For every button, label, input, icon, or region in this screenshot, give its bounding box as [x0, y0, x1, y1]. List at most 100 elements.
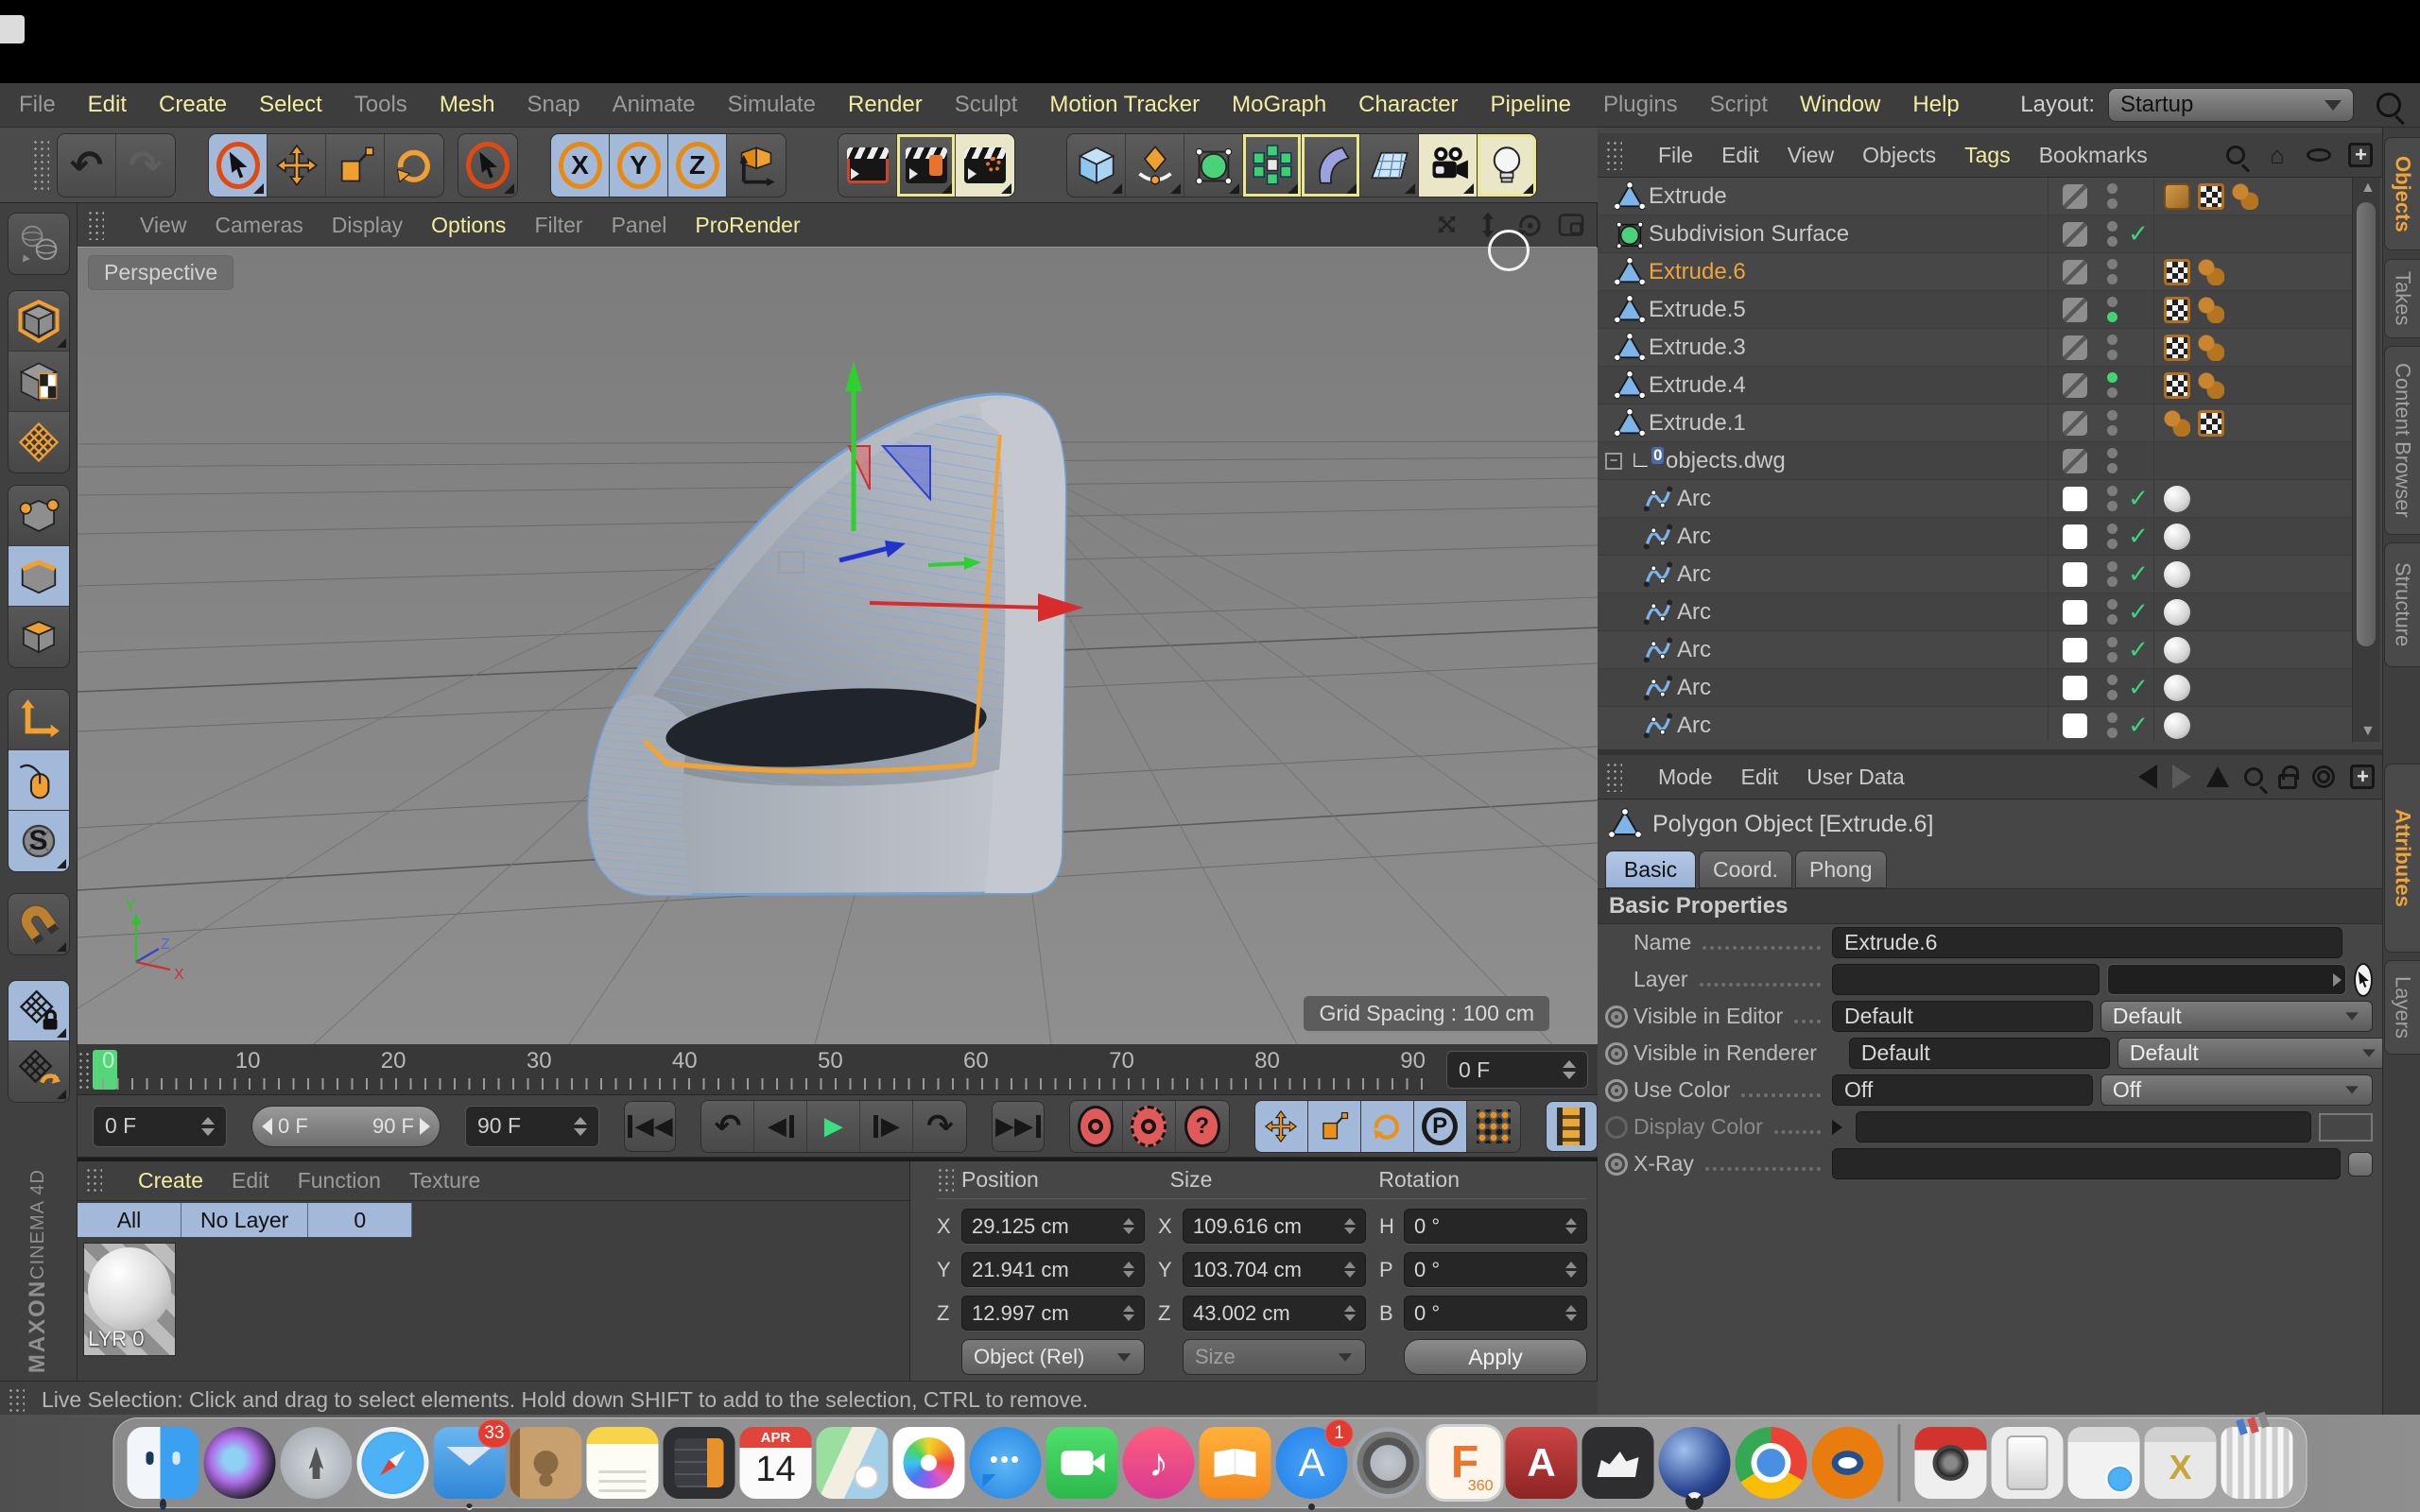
undo-button[interactable]: ↶ [58, 134, 116, 197]
enabled-check-icon[interactable]: ✓ [2123, 711, 2153, 740]
enabled-check-icon[interactable]: ✓ [2123, 635, 2153, 664]
menu-mograph[interactable]: MoGraph [1232, 92, 1326, 118]
menu-edit[interactable]: Edit [88, 92, 127, 118]
menu-simulate[interactable]: Simulate [728, 92, 816, 118]
enabled-check-icon[interactable]: ✓ [2123, 295, 2153, 324]
attribute-tab[interactable]: Coord. [1699, 850, 1792, 888]
dock-chrome[interactable] [1736, 1427, 1807, 1499]
selection-tool-button[interactable] [458, 134, 517, 197]
layer-color-chip[interactable] [2048, 518, 2100, 555]
lock-x-axis-button[interactable]: X [551, 134, 610, 197]
enabled-check-icon[interactable]: ✓ [2123, 597, 2153, 627]
menu-mesh[interactable]: Mesh [440, 92, 495, 118]
drag-grip[interactable] [937, 1167, 954, 1192]
layer-color-chip[interactable] [2048, 253, 2100, 290]
key-scale-toggle[interactable] [1308, 1101, 1361, 1152]
attribute-tab[interactable]: Phong [1795, 850, 1887, 888]
menu-snap[interactable]: Snap [527, 92, 580, 118]
om-row-objects-dwg[interactable]: − ∟0 objects.dwg ✓ [1598, 442, 2352, 480]
menu-animate[interactable]: Animate [613, 92, 696, 118]
next-key-button[interactable]: ↷ [913, 1101, 966, 1152]
tab-objects[interactable]: Objects [2384, 137, 2420, 250]
dock-disk-image[interactable] [1992, 1427, 2064, 1499]
dock-calculator[interactable] [664, 1427, 735, 1499]
coordinate-input[interactable]: 29.125 cm [961, 1209, 1145, 1244]
dock-photos[interactable] [893, 1427, 965, 1499]
viewport-menu-item[interactable]: View [140, 213, 186, 238]
tag-icon[interactable] [2164, 675, 2190, 701]
text-input[interactable]: Default [1832, 1001, 2093, 1032]
tag-icon[interactable] [2164, 183, 2190, 210]
viewport-menu-item[interactable]: ProRender [695, 213, 800, 238]
dock-facetime[interactable] [1046, 1427, 1118, 1499]
visibility-dots[interactable] [2100, 410, 2123, 436]
add-floor-button[interactable] [1360, 134, 1419, 197]
edges-mode-button[interactable] [9, 546, 69, 607]
redo-button[interactable]: ↷ [116, 134, 175, 197]
rotate-button[interactable] [385, 134, 443, 197]
prev-frame-button[interactable]: ◀ [754, 1101, 807, 1152]
autokey-button[interactable] [1123, 1101, 1176, 1152]
add-spline-button[interactable] [1126, 134, 1184, 197]
om-row-extrude-5[interactable]: ∟0 Extrude.5 ✓ [1598, 291, 2352, 329]
dock-mail[interactable]: 33 [434, 1427, 506, 1499]
menu-file[interactable]: File [19, 92, 56, 118]
tweak-mode-button[interactable] [9, 750, 69, 811]
dock-safari[interactable] [357, 1427, 429, 1499]
add-icon[interactable]: + [2350, 765, 2375, 789]
coordinate-input[interactable]: 0 ° [1404, 1296, 1587, 1331]
tab-structure[interactable]: Structure [2384, 542, 2420, 667]
text-input[interactable]: Off [1832, 1074, 2093, 1106]
menu-select[interactable]: Select [259, 92, 322, 118]
visibility-dots[interactable] [2100, 372, 2123, 398]
tag-icon[interactable] [2164, 637, 2190, 663]
drag-grip[interactable] [87, 210, 104, 240]
render-view-button[interactable] [838, 134, 897, 197]
search-icon[interactable] [2244, 767, 2263, 786]
om-row-subdivision-surface[interactable]: ∟0 Subdivision Surface ✓ [1598, 215, 2352, 253]
snap-button[interactable] [9, 894, 69, 954]
material-layer-tab[interactable]: All [78, 1203, 182, 1237]
axis-mode-button[interactable] [9, 690, 69, 750]
menu-t,ools[interactable]: Tools [354, 92, 407, 118]
am-menu-item[interactable]: Mode [1658, 765, 1713, 790]
tag-icon[interactable] [2198, 259, 2224, 285]
om-row-extrude-1[interactable]: ∟0 Extrude.1 ✓ [1598, 404, 2352, 442]
range-left-icon[interactable] [262, 1118, 272, 1135]
frame-range-slider[interactable]: 0 F 90 F [251, 1106, 441, 1147]
visibility-dots[interactable] [2100, 524, 2123, 549]
material-menu-item[interactable]: Edit [232, 1168, 269, 1194]
material-layer-tab[interactable]: No Layer [182, 1203, 308, 1237]
current-frame-field[interactable]: 0 F [1446, 1051, 1588, 1089]
render-settings-button[interactable] [956, 134, 1014, 197]
scrollbar-thumb[interactable] [2357, 202, 2376, 646]
layer-color-chip[interactable] [2048, 329, 2100, 366]
add-icon[interactable]: + [2346, 141, 2375, 169]
visibility-dots[interactable] [2100, 599, 2123, 625]
dock-launchpad[interactable] [281, 1427, 353, 1499]
dock-contacts[interactable] [510, 1427, 582, 1499]
visibility-dots[interactable] [2100, 183, 2123, 209]
viewport-menu-item[interactable]: Display [332, 213, 403, 238]
filter-eye-icon[interactable] [2305, 141, 2333, 169]
dropdown[interactable]: Default [2118, 1038, 2390, 1069]
add-camera-button[interactable] [1419, 134, 1478, 197]
render-picture-viewer-button[interactable] [897, 134, 956, 197]
text-input[interactable]: Extrude.6 [1832, 927, 2342, 958]
tag-icon[interactable] [2164, 486, 2190, 512]
dock-maps[interactable] [817, 1427, 889, 1499]
viewport-menu-item[interactable]: Panel [612, 213, 667, 238]
polygons-mode-button[interactable] [9, 607, 69, 667]
dock-finder[interactable] [128, 1427, 199, 1499]
coordinate-input[interactable]: 43.002 cm [1183, 1296, 1366, 1331]
am-menu-item[interactable]: Edit [1741, 765, 1779, 790]
history-forward-icon[interactable] [2172, 765, 2191, 789]
coordinate-input[interactable]: 21.941 cm [961, 1252, 1145, 1287]
text-input[interactable] [1832, 1148, 2341, 1179]
visibility-dots[interactable] [2100, 486, 2123, 511]
viewport-canvas[interactable]: Y Z X [78, 248, 1598, 1044]
dock-trash[interactable] [2221, 1427, 2293, 1499]
layer-color-chip[interactable] [2048, 367, 2100, 404]
tag-icon[interactable] [2164, 599, 2190, 626]
coordinate-system-button[interactable] [727, 134, 786, 197]
